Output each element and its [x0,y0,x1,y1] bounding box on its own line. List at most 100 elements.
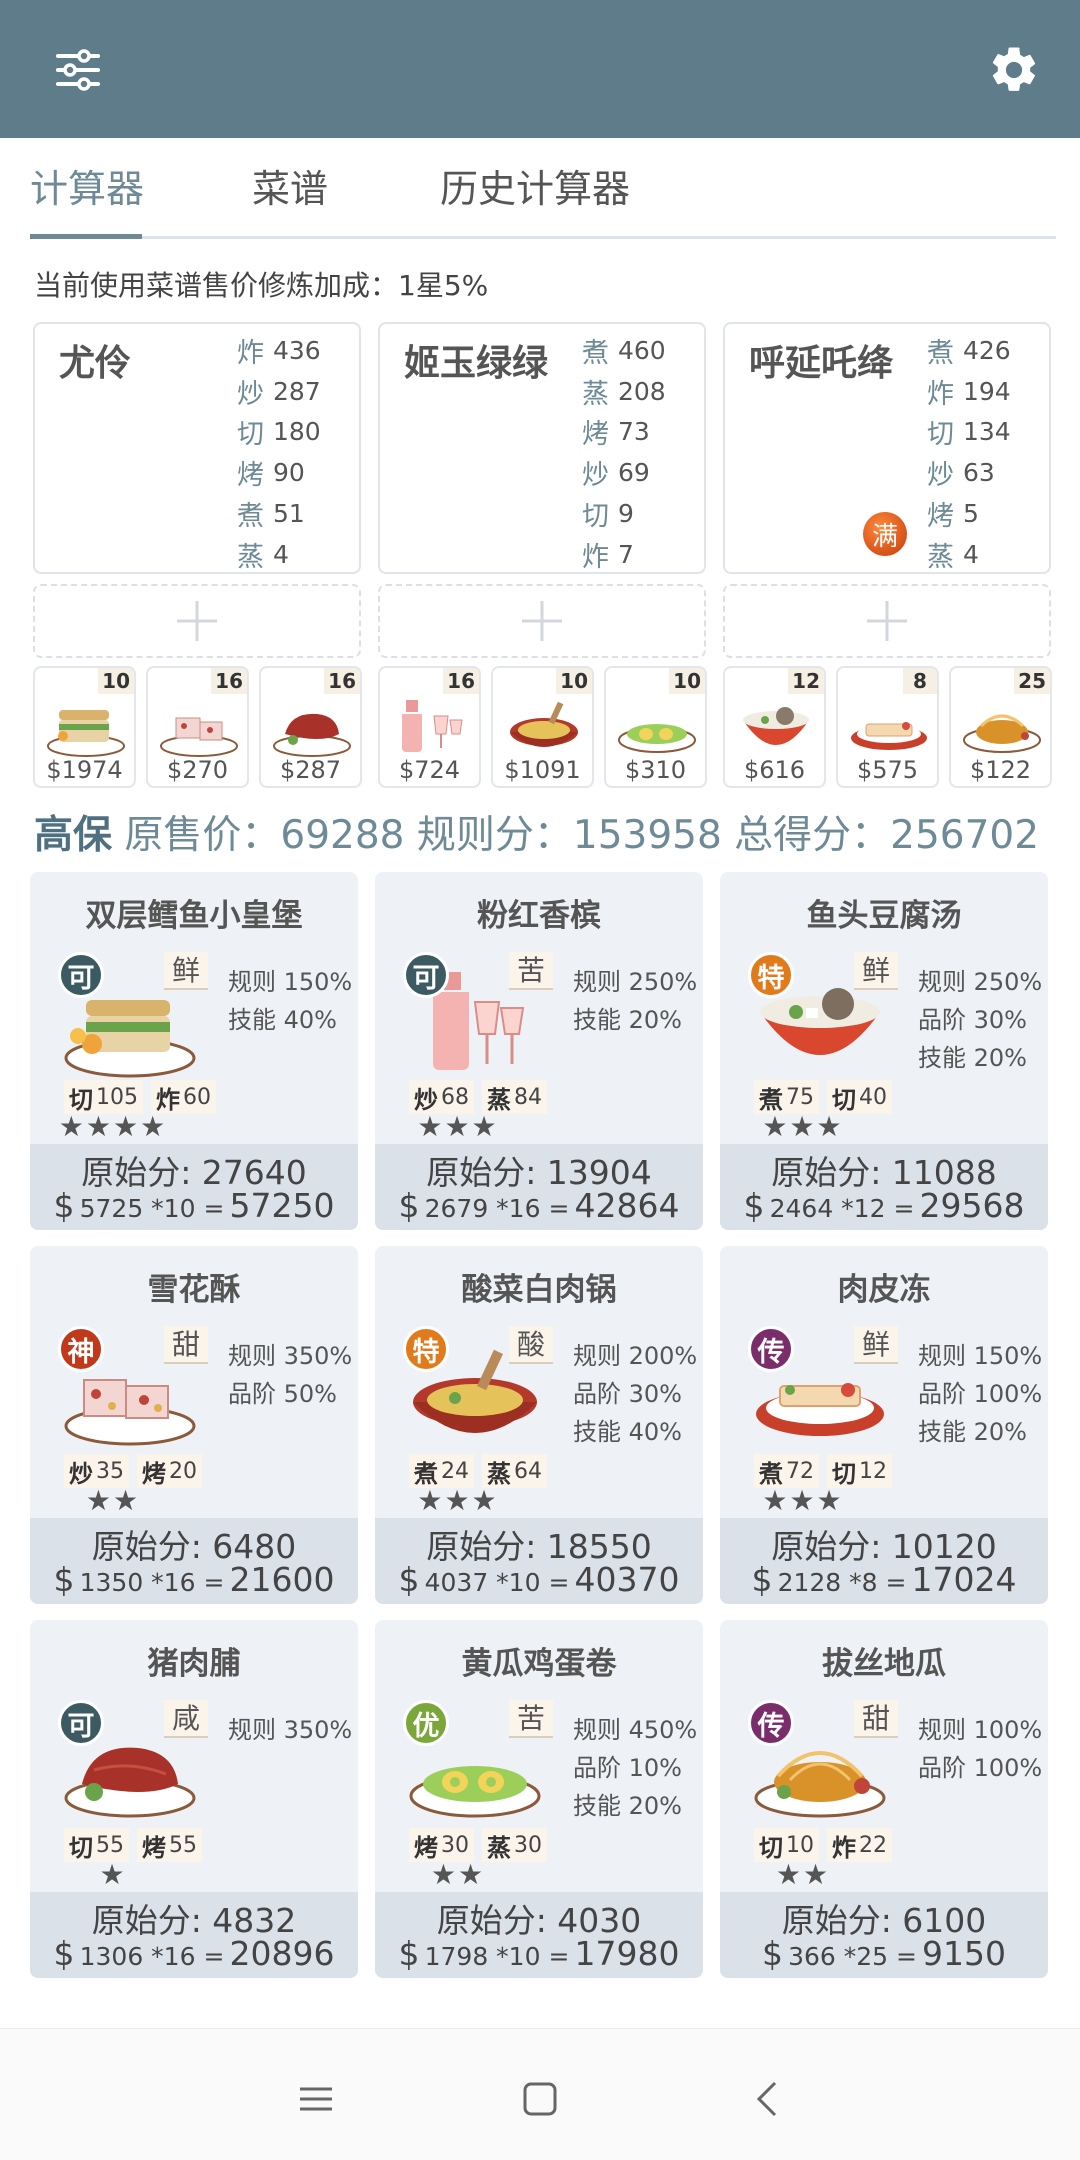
skill-requirements: 炒 35 烤 20 [64,1454,202,1488]
skill-value: 5 [963,499,979,529]
skill-icon: 炸 [237,337,264,369]
dish-slot[interactable]: 16 $287 [259,666,362,788]
recipe-score-footer: 原始分: 27640 $ 5725 *10 = 57250 [30,1144,358,1230]
recipe-name: 猪肉脯 [147,1646,241,1682]
skill-value: 69 [618,458,650,488]
recipe-score-footer: 原始分: 4832 $ 1306 *16 = 20896 [30,1892,358,1978]
skill-requirement: 蒸 30 [482,1828,547,1862]
home-square-icon [523,2082,557,2116]
cod-burger-icon [47,710,125,757]
skill-icon: 炸 [927,378,954,410]
skill-icon: 炒 [927,460,954,492]
dish-price: $575 [856,756,919,784]
price-times-qty: 2679 *16 = [424,1194,570,1223]
recipe-grade-badge: 特 [748,952,794,998]
recipe-card[interactable]: 雪花酥 神 甜 规则 350% 品阶 50% 炒 35 烤 20 ★★ 原始分: 6… [30,1246,358,1604]
skill-icon: 煮 [582,337,609,369]
score-summary-text: 原售价：69288 规则分：153958 总得分：256702 [124,813,1040,858]
skill-value: 436 [273,335,321,365]
dish-slot[interactable]: 16 $724 [378,666,481,788]
dish-slot[interactable]: 12 $616 [723,666,826,788]
add-slot-button[interactable] [378,584,706,658]
dish-slot[interactable]: 8 $575 [836,666,939,788]
skill-requirement: 蒸 84 [482,1080,547,1114]
skill-value: 426 [963,335,1011,365]
recipe-card[interactable]: 粉红香槟 可 苦 规则 250% 技能 20% 炒 68 蒸 84 ★★★ 原始分:… [375,872,703,1230]
skill-value: 4 [963,539,979,569]
gear-icon [992,47,1036,91]
system-nav-bar [0,2028,1080,2160]
add-slot-button[interactable] [33,584,361,658]
recipe-name: 黄瓜鸡蛋卷 [461,1646,617,1682]
chef-card[interactable]: 呼延吒绛 满 煮 426 炸 194 切 134 炒 63 烤5 蒸4 [723,322,1051,574]
flavor-tag: 甜 [164,1326,208,1364]
dollar-sign: $ [53,1934,75,1973]
tab-history-calculator[interactable]: 历史计算器 [440,158,630,213]
recipe-bonus-list: 规则 100% 品阶 100% [918,1710,1042,1786]
recipe-card[interactable]: 鱼头豆腐汤 特 鲜 规则 250% 品阶 30% 技能 20% 煮 75 切 40 … [720,872,1048,1230]
requirement-value: 84 [514,1084,542,1110]
filter-menu-button[interactable] [38,30,118,110]
skill-requirements: 切 10 炸 22 [754,1828,892,1862]
dish-price: $122 [969,756,1032,784]
requirement-value: 40 [859,1084,887,1110]
skill-requirements: 炒 68 蒸 84 [409,1080,547,1114]
dish-slot[interactable]: 25 $122 [949,666,1052,788]
recipe-grade-badge: 可 [58,1700,104,1746]
bonus-rule: 规则 250% [918,968,1043,996]
dish-slot[interactable]: 10 $310 [604,666,707,788]
skill-requirement: 炸 60 [151,1080,216,1114]
menu-icon [300,2087,332,2111]
home-button[interactable] [510,2069,570,2129]
chef-card[interactable]: 姬玉绿绿 煮 460 蒸 208 烤 73 炒 69 切9 炸7 [378,322,706,574]
dish-quantity: 16 [443,668,479,694]
dish-slot[interactable]: 10 $1974 [33,666,136,788]
recipe-grade-badge: 传 [748,1700,794,1746]
requirement-value: 30 [441,1832,469,1858]
pink-champagne-icon [402,700,463,752]
recipe-stars: ★★★ [417,1484,499,1517]
total-price: 42864 [574,1186,680,1225]
flavor-tag: 酸 [509,1326,553,1364]
recipe-card[interactable]: 拔丝地瓜 传 甜 规则 100% 品阶 100% 切 10 炸 22 ★★ 原始分:… [720,1620,1048,1978]
add-slot-button[interactable] [723,584,1051,658]
app-bar [0,0,1080,138]
dish-slot[interactable]: 16 $270 [146,666,249,788]
chef-card[interactable]: 尤伶 炸 436 炒 287 切 180 烤 90 煮 51 蒸4 [33,322,361,574]
tab-bar: 计算器 菜谱 历史计算器 [30,148,1056,240]
recents-button[interactable] [286,2069,346,2129]
total-price: 17980 [574,1934,680,1973]
total-price: 17024 [911,1560,1017,1599]
tab-calculator[interactable]: 计算器 [30,158,144,213]
skill-value: 73 [618,417,650,447]
back-button[interactable] [738,2069,798,2129]
flavor-tag: 甜 [854,1700,898,1738]
recipe-card[interactable]: 猪肉脯 可 咸 规则 350% 切 55 烤 55 ★ 原始分: 4832 $ 13… [30,1620,358,1978]
recipe-card[interactable]: 酸菜白肉锅 特 酸 规则 200% 品阶 30% 技能 40% 煮 24 蒸 64 … [375,1246,703,1604]
recipe-stars: ★★★ [762,1110,844,1143]
requirement-value: 60 [183,1084,211,1110]
requirement-value: 55 [96,1832,124,1858]
dish-slot[interactable]: 10 $1091 [491,666,594,788]
skill-requirements: 切 55 烤 55 [64,1828,202,1862]
recipe-stars: ★ [99,1858,127,1891]
recipe-card[interactable]: 肉皮冻 传 鲜 规则 150% 品阶 100% 技能 20% 煮 72 切 12 ★… [720,1246,1048,1604]
skill-value: 7 [618,539,634,569]
skill-value: 4 [273,539,289,569]
recipe-card[interactable]: 双层鳕鱼小皇堡 可 鲜 规则 150% 技能 40% 切 105 炸 60 ★★★★… [30,872,358,1230]
recipe-bonus-list: 规则 450% 品阶 10% 技能 20% [573,1710,697,1824]
recipe-card[interactable]: 黄瓜鸡蛋卷 优 苦 规则 450% 品阶 10% 技能 20% 烤 30 蒸 30 … [375,1620,703,1978]
tab-recipes[interactable]: 菜谱 [252,158,328,213]
dish-price: $724 [398,756,461,784]
chef-skills: 煮 426 炸 194 切 134 炒 63 烤5 蒸4 [927,330,1011,575]
skill-icon: 烤 [237,460,264,492]
dish-price: $310 [624,756,687,784]
chef-skills: 煮 460 蒸 208 烤 73 炒 69 切9 炸7 [582,330,666,575]
flavor-tag: 鲜 [854,1326,898,1364]
chef-skills: 炸 436 炒 287 切 180 烤 90 煮 51 蒸4 [237,330,321,575]
requirement-value: 105 [96,1084,138,1110]
skill-value: 134 [963,417,1011,447]
skill-requirement: 煮 75 [754,1080,819,1114]
settings-button[interactable] [974,30,1054,110]
recipe-stars: ★★ [775,1858,831,1891]
